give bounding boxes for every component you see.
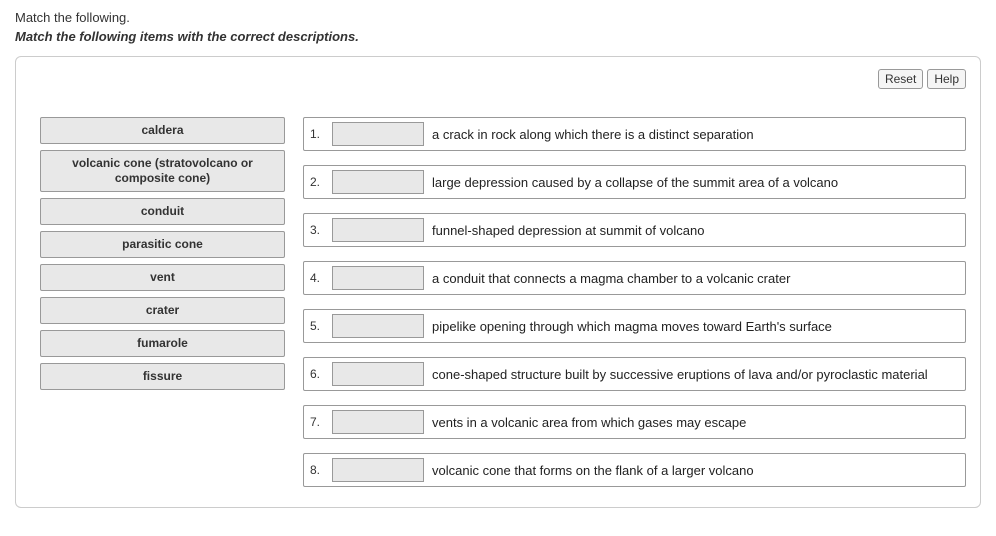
description-text: a conduit that connects a magma chamber …: [432, 271, 790, 286]
instruction-line-2: Match the following items with the corre…: [15, 29, 981, 44]
term-item[interactable]: conduit: [40, 198, 285, 225]
description-row: 5. pipelike opening through which magma …: [303, 309, 966, 343]
term-item[interactable]: parasitic cone: [40, 231, 285, 258]
drop-slot[interactable]: [332, 218, 424, 242]
description-text: funnel-shaped depression at summit of vo…: [432, 223, 704, 238]
description-row: 3. funnel-shaped depression at summit of…: [303, 213, 966, 247]
toolbar: Reset Help: [30, 69, 966, 89]
term-item[interactable]: fissure: [40, 363, 285, 390]
content-row: caldera volcanic cone (stratovolcano or …: [30, 117, 966, 487]
description-text: pipelike opening through which magma mov…: [432, 319, 832, 334]
drop-slot[interactable]: [332, 458, 424, 482]
drop-slot[interactable]: [332, 314, 424, 338]
description-text: large depression caused by a collapse of…: [432, 175, 838, 190]
description-text: cone-shaped structure built by successiv…: [432, 367, 928, 382]
descriptions-column: 1. a crack in rock along which there is …: [303, 117, 966, 487]
term-item[interactable]: volcanic cone (stratovolcano or composit…: [40, 150, 285, 192]
description-number: 6.: [310, 367, 324, 381]
description-number: 3.: [310, 223, 324, 237]
help-button[interactable]: Help: [927, 69, 966, 89]
drop-slot[interactable]: [332, 266, 424, 290]
term-item[interactable]: caldera: [40, 117, 285, 144]
reset-button[interactable]: Reset: [878, 69, 923, 89]
description-row: 6. cone-shaped structure built by succes…: [303, 357, 966, 391]
description-number: 2.: [310, 175, 324, 189]
description-text: volcanic cone that forms on the flank of…: [432, 463, 754, 478]
description-row: 1. a crack in rock along which there is …: [303, 117, 966, 151]
drop-slot[interactable]: [332, 362, 424, 386]
instruction-line-1: Match the following.: [15, 10, 981, 25]
drop-slot[interactable]: [332, 410, 424, 434]
description-number: 5.: [310, 319, 324, 333]
drop-slot[interactable]: [332, 122, 424, 146]
term-item[interactable]: fumarole: [40, 330, 285, 357]
description-row: 8. volcanic cone that forms on the flank…: [303, 453, 966, 487]
description-text: a crack in rock along which there is a d…: [432, 127, 754, 142]
terms-column: caldera volcanic cone (stratovolcano or …: [30, 117, 285, 390]
description-row: 4. a conduit that connects a magma chamb…: [303, 261, 966, 295]
term-item[interactable]: vent: [40, 264, 285, 291]
drop-slot[interactable]: [332, 170, 424, 194]
quiz-panel: Reset Help caldera volcanic cone (strato…: [15, 56, 981, 508]
description-number: 7.: [310, 415, 324, 429]
description-number: 4.: [310, 271, 324, 285]
description-text: vents in a volcanic area from which gase…: [432, 415, 746, 430]
description-row: 7. vents in a volcanic area from which g…: [303, 405, 966, 439]
term-item[interactable]: crater: [40, 297, 285, 324]
description-number: 8.: [310, 463, 324, 477]
description-row: 2. large depression caused by a collapse…: [303, 165, 966, 199]
description-number: 1.: [310, 127, 324, 141]
